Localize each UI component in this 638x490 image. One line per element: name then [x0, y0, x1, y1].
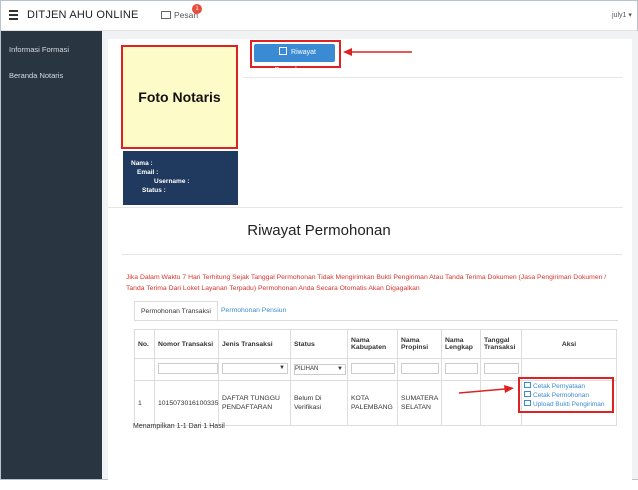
annotation-arrows [343, 48, 514, 394]
arrow-line [458, 388, 506, 394]
arrow-head-icon [343, 48, 352, 56]
arrow-head-icon [504, 385, 514, 393]
